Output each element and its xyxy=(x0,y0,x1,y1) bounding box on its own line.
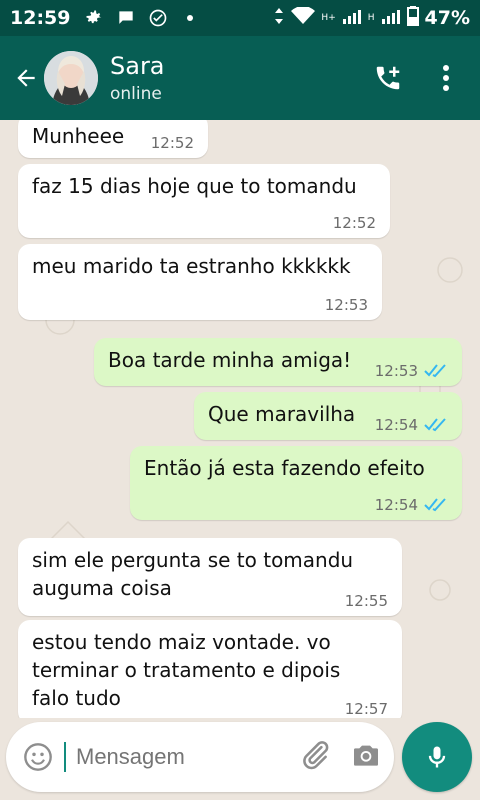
mic-button[interactable] xyxy=(402,722,472,792)
paperclip-icon xyxy=(303,741,329,770)
emoji-icon xyxy=(24,743,52,771)
chat-bubble-icon xyxy=(114,6,138,30)
camera-icon xyxy=(354,745,378,766)
mic-icon xyxy=(428,746,446,768)
more-vert-icon xyxy=(443,65,449,91)
message-time: 12:54 xyxy=(374,496,418,514)
more-options-button[interactable] xyxy=(428,60,464,96)
message-bubble-4[interactable]: Boa tarde minha amiga! 12:53 xyxy=(94,338,462,386)
battery-percent: 47% xyxy=(424,7,470,29)
message-bubble-2[interactable]: faz 15 dias hoje que to tomandu 12:52 xyxy=(18,164,390,238)
message-time: 12:55 xyxy=(344,592,388,610)
text-cursor xyxy=(64,742,66,772)
message-text: estou tendo maiz vontade. vo terminar o … xyxy=(32,630,341,710)
add-call-button[interactable] xyxy=(370,60,406,96)
notification-dot-icon xyxy=(178,6,202,30)
message-text: Então já esta fazendo efeito xyxy=(144,456,425,480)
message-bubble-5[interactable]: Que maravilha 12:54 xyxy=(194,392,462,440)
message-bubble-7[interactable]: sim ele pergunta se to tomandu auguma co… xyxy=(18,538,402,616)
check-circle-icon xyxy=(146,6,170,30)
message-bubble-6[interactable]: Então já esta fazendo efeito 12:54 xyxy=(130,446,462,520)
add-call-icon xyxy=(376,66,400,90)
message-text: meu marido ta estranho kkkkkk xyxy=(32,254,351,278)
avatar[interactable] xyxy=(44,51,98,105)
wifi-icon xyxy=(291,5,316,30)
message-bubble-8[interactable]: estou tendo maiz vontade. vo terminar o … xyxy=(18,620,402,718)
chat-header: Sara online xyxy=(0,36,480,120)
attach-button[interactable] xyxy=(298,738,332,776)
status-time: 12:59 xyxy=(10,7,71,29)
back-button[interactable] xyxy=(8,60,44,96)
data-arrows-icon xyxy=(273,7,285,30)
message-bubble-1[interactable]: Munheee 12:52 xyxy=(18,120,208,158)
message-time: 12:53 xyxy=(374,362,418,380)
message-time: 12:52 xyxy=(332,214,376,232)
read-ticks-icon xyxy=(424,364,448,378)
signal-icon xyxy=(342,7,362,29)
message-time: 12:53 xyxy=(324,296,368,314)
read-ticks-icon xyxy=(424,498,448,512)
settings-gear-icon xyxy=(82,6,106,30)
network-type-2: H xyxy=(367,13,375,23)
message-text: faz 15 dias hoje que to tomandu xyxy=(32,174,357,198)
network-type: H+ xyxy=(321,13,336,23)
message-time: 12:52 xyxy=(150,134,194,152)
emoji-button[interactable] xyxy=(18,737,58,777)
chat-area[interactable]: Munheee 12:52 faz 15 dias hoje que to to… xyxy=(0,120,480,718)
message-time: 12:57 xyxy=(344,700,388,718)
message-composer xyxy=(6,722,394,792)
status-bar: 12:59 H+ H 47% xyxy=(0,0,480,36)
message-input[interactable] xyxy=(76,744,276,770)
back-arrow-icon xyxy=(17,69,35,87)
message-bubble-3[interactable]: meu marido ta estranho kkkkkk 12:53 xyxy=(18,244,382,320)
contact-name[interactable]: Sara xyxy=(110,52,165,80)
message-text: sim ele pergunta se to tomandu auguma co… xyxy=(32,548,354,600)
contact-status: online xyxy=(110,84,162,104)
battery-icon xyxy=(406,5,419,31)
camera-button[interactable] xyxy=(350,739,382,775)
read-ticks-icon xyxy=(424,418,448,432)
signal-icon-2 xyxy=(381,7,401,29)
message-time: 12:54 xyxy=(374,416,418,434)
